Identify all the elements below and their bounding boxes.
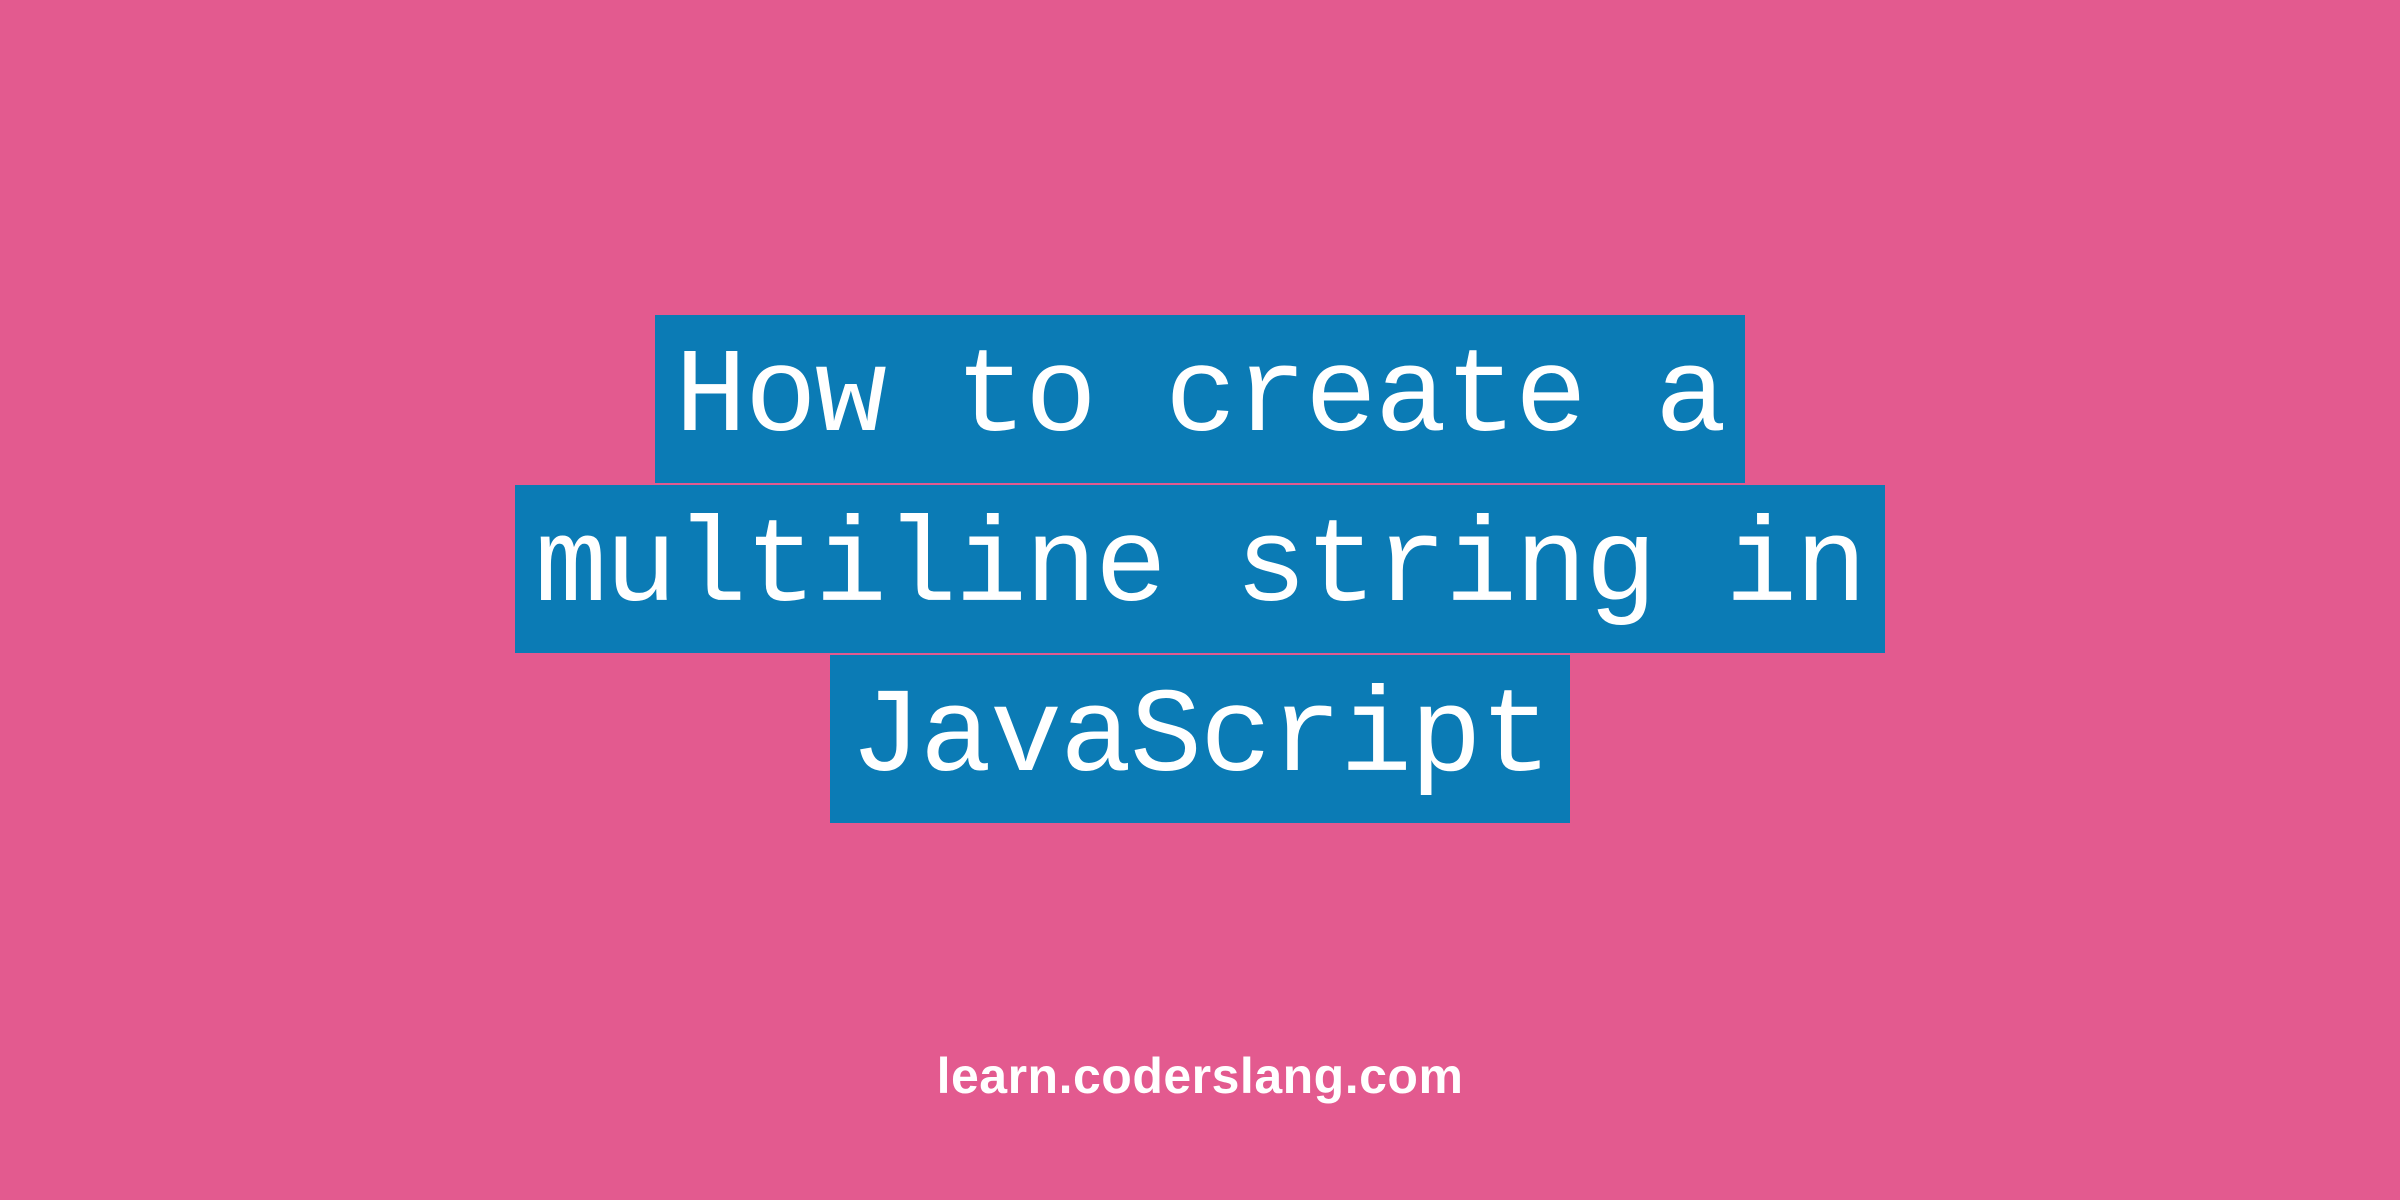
title-line-3: JavaScript bbox=[830, 655, 1570, 823]
title-line-wrapper: JavaScript bbox=[515, 655, 1885, 823]
title-line-wrapper: How to create a bbox=[515, 315, 1885, 483]
title-line-2: multiline string in bbox=[515, 485, 1885, 653]
footer-url: learn.coderslang.com bbox=[937, 1047, 1464, 1105]
title-container: How to create a multiline string in Java… bbox=[515, 315, 1885, 825]
title-line-1: How to create a bbox=[655, 315, 1745, 483]
title-line-wrapper: multiline string in bbox=[515, 485, 1885, 653]
